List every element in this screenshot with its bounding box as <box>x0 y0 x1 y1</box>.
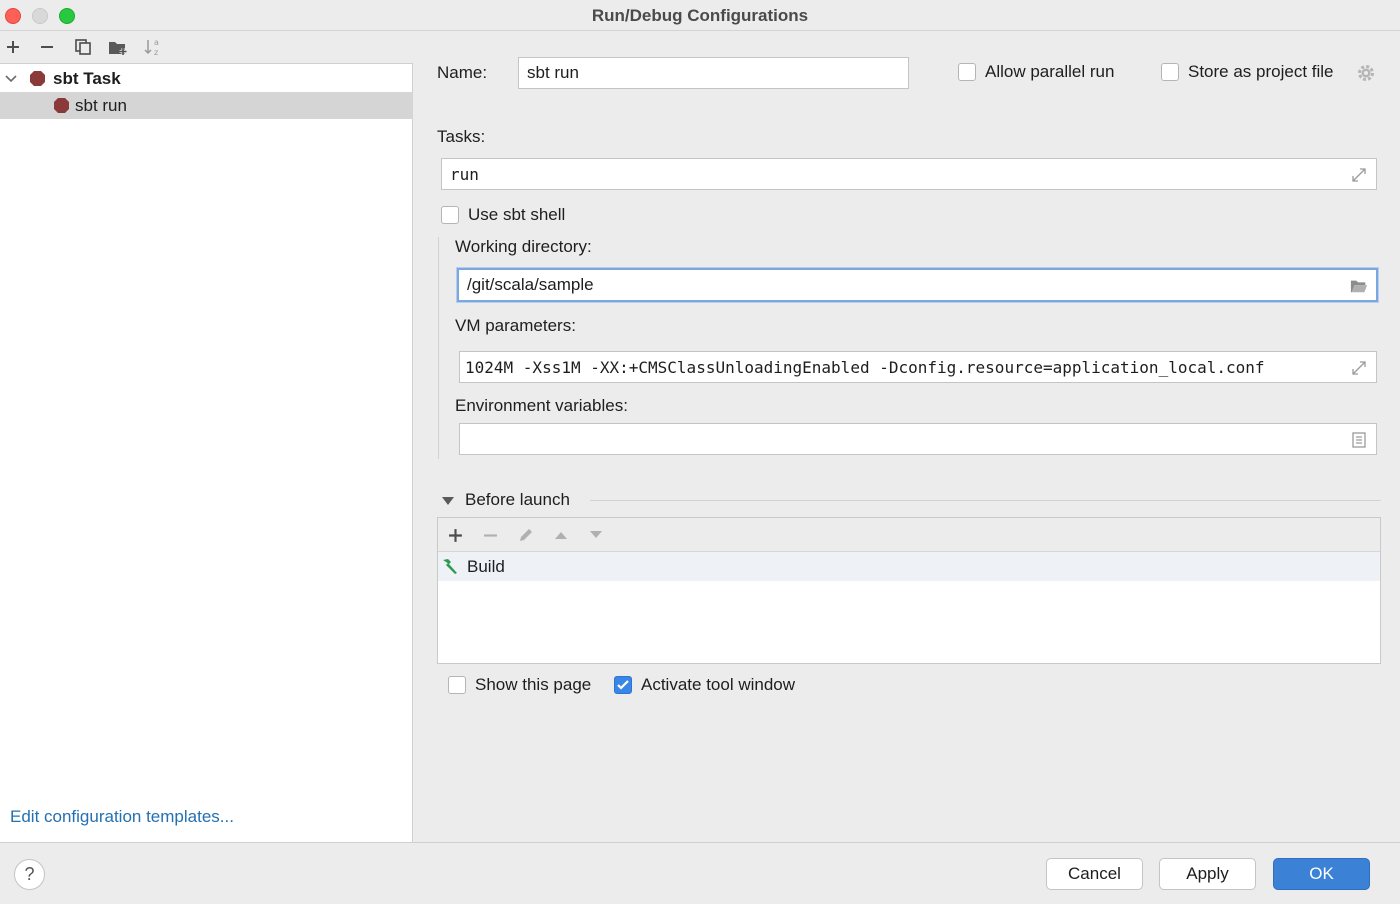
vm-parameters-field[interactable]: 1024M -Xss1M -XX:+CMSClassUnloadingEnabl… <box>459 351 1377 383</box>
title-bar: Run/Debug Configurations <box>0 0 1400 31</box>
name-field[interactable]: sbt run <box>518 57 909 89</box>
help-button[interactable]: ? <box>14 859 45 890</box>
tree-group-label: sbt Task <box>53 68 121 88</box>
configurations-tree-panel: az sbt Task sbt run Edit configuration t… <box>0 31 413 842</box>
window-title: Run/Debug Configurations <box>591 6 809 25</box>
working-directory-value: /git/scala/sample <box>467 275 594 294</box>
environment-variables-label: Environment variables: <box>455 396 628 415</box>
cancel-button[interactable]: Cancel <box>1046 858 1143 890</box>
tasks-label: Tasks: <box>437 127 486 146</box>
ok-button[interactable]: OK <box>1273 858 1370 890</box>
expand-icon[interactable] <box>1350 359 1368 377</box>
hammer-icon <box>443 559 457 574</box>
allow-parallel-run-label: Allow parallel run <box>985 62 1115 81</box>
before-launch-toolbar <box>438 518 1380 552</box>
folder-open-icon[interactable] <box>1350 277 1368 295</box>
tree-toolbar: az <box>0 31 413 64</box>
activate-tool-window-label: Activate tool window <box>641 675 796 694</box>
show-this-page-checkbox[interactable] <box>448 676 466 694</box>
copy-icon[interactable] <box>72 36 94 58</box>
name-label: Name: <box>437 63 488 82</box>
before-launch-separator <box>590 500 1381 501</box>
list-edit-icon[interactable] <box>1350 431 1368 449</box>
sbt-icon <box>54 98 69 113</box>
vm-parameters-label: VM parameters: <box>455 316 576 335</box>
vm-parameters-value: 1024M -Xss1M -XX:+CMSClassUnloadingEnabl… <box>465 357 1265 377</box>
before-launch-item-label: Build <box>467 556 505 576</box>
allow-parallel-run-checkbox[interactable] <box>958 63 976 81</box>
before-launch-title: Before launch <box>465 490 570 509</box>
activate-tool-window-checkbox[interactable] <box>614 676 632 694</box>
tree-group-sbt-task[interactable]: sbt Task <box>0 65 413 92</box>
tree-item-label: sbt run <box>75 95 127 115</box>
tasks-field-value: run <box>450 164 479 184</box>
svg-text:z: z <box>154 48 158 57</box>
options-group-divider <box>438 237 439 459</box>
move-down-icon[interactable] <box>588 529 604 541</box>
edit-icon[interactable] <box>517 526 535 544</box>
working-directory-field[interactable]: /git/scala/sample <box>457 268 1378 302</box>
store-as-project-file-checkbox[interactable] <box>1161 63 1179 81</box>
edit-configuration-templates-link[interactable]: Edit configuration templates... <box>10 807 234 827</box>
gear-icon[interactable] <box>1356 63 1376 83</box>
chevron-down-icon[interactable] <box>4 72 18 86</box>
expand-icon[interactable] <box>1350 166 1368 184</box>
name-field-value: sbt run <box>527 63 579 82</box>
minus-icon[interactable] <box>483 528 498 543</box>
sort-icon[interactable]: az <box>142 36 164 58</box>
sbt-icon <box>30 71 45 86</box>
store-as-project-file-label: Store as project file <box>1188 62 1334 81</box>
environment-variables-field[interactable] <box>459 423 1377 455</box>
plus-icon[interactable] <box>2 36 24 58</box>
before-launch-list: Build <box>437 517 1381 664</box>
folder-add-icon[interactable] <box>107 36 129 58</box>
show-this-page-label: Show this page <box>475 675 592 694</box>
tree-item-sbt-run[interactable]: sbt run <box>0 92 413 119</box>
checkmark-icon <box>617 680 629 690</box>
tasks-field[interactable]: run <box>441 158 1377 190</box>
apply-button[interactable]: Apply <box>1159 858 1256 890</box>
collapse-triangle-icon[interactable] <box>441 495 455 507</box>
move-up-icon[interactable] <box>553 529 569 541</box>
use-sbt-shell-checkbox[interactable] <box>441 206 459 224</box>
use-sbt-shell-label: Use sbt shell <box>468 205 566 224</box>
svg-text:a: a <box>154 38 159 47</box>
plus-icon[interactable] <box>448 528 463 543</box>
working-directory-label: Working directory: <box>455 237 592 256</box>
before-launch-item-build[interactable]: Build <box>438 552 1380 581</box>
minus-icon[interactable] <box>36 36 58 58</box>
